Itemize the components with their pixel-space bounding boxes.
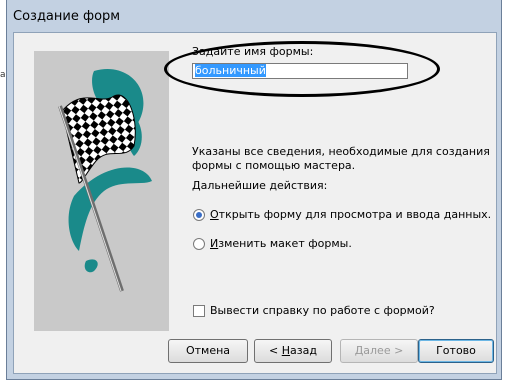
info-text-line-2: формы с помощью мастера. [192,159,356,172]
checkered-flag-icon [58,69,152,292]
help-checkbox[interactable] [193,305,205,317]
dialog-titlebar[interactable]: Создание форм [7,0,501,32]
form-name-value: больничный [195,64,266,77]
modify-layout-radio-label[interactable]: Изменить макет формы. [210,237,352,250]
open-form-radio-label[interactable]: Открыть форму для просмотра и ввода данн… [210,208,491,221]
open-form-radio[interactable] [193,209,205,221]
next-button[interactable]: Далее > [340,339,418,363]
modify-layout-radio[interactable] [193,238,205,250]
dialog-title: Создание форм [13,9,121,24]
finish-button[interactable]: Готово [418,339,494,363]
form-name-input[interactable]: больничный [192,63,408,79]
cancel-button[interactable]: Отмена [168,339,248,363]
dialog-body: Задайте имя формы: больничный Указаны вс… [13,32,497,374]
background-window-text: а [0,70,6,80]
info-text-line-1: Указаны все сведения, необходимые для со… [192,145,490,158]
wizard-illustration [34,51,169,331]
form-name-label: Задайте имя формы: [192,45,314,58]
back-button[interactable]: < Назад [254,339,332,363]
help-checkbox-label[interactable]: Вывести справку по работе с формой? [210,304,435,317]
form-wizard-dialog: Создание форм Задайте имя формы: больнич… [6,0,502,380]
next-actions-label: Дальнейшие действия: [192,179,328,192]
